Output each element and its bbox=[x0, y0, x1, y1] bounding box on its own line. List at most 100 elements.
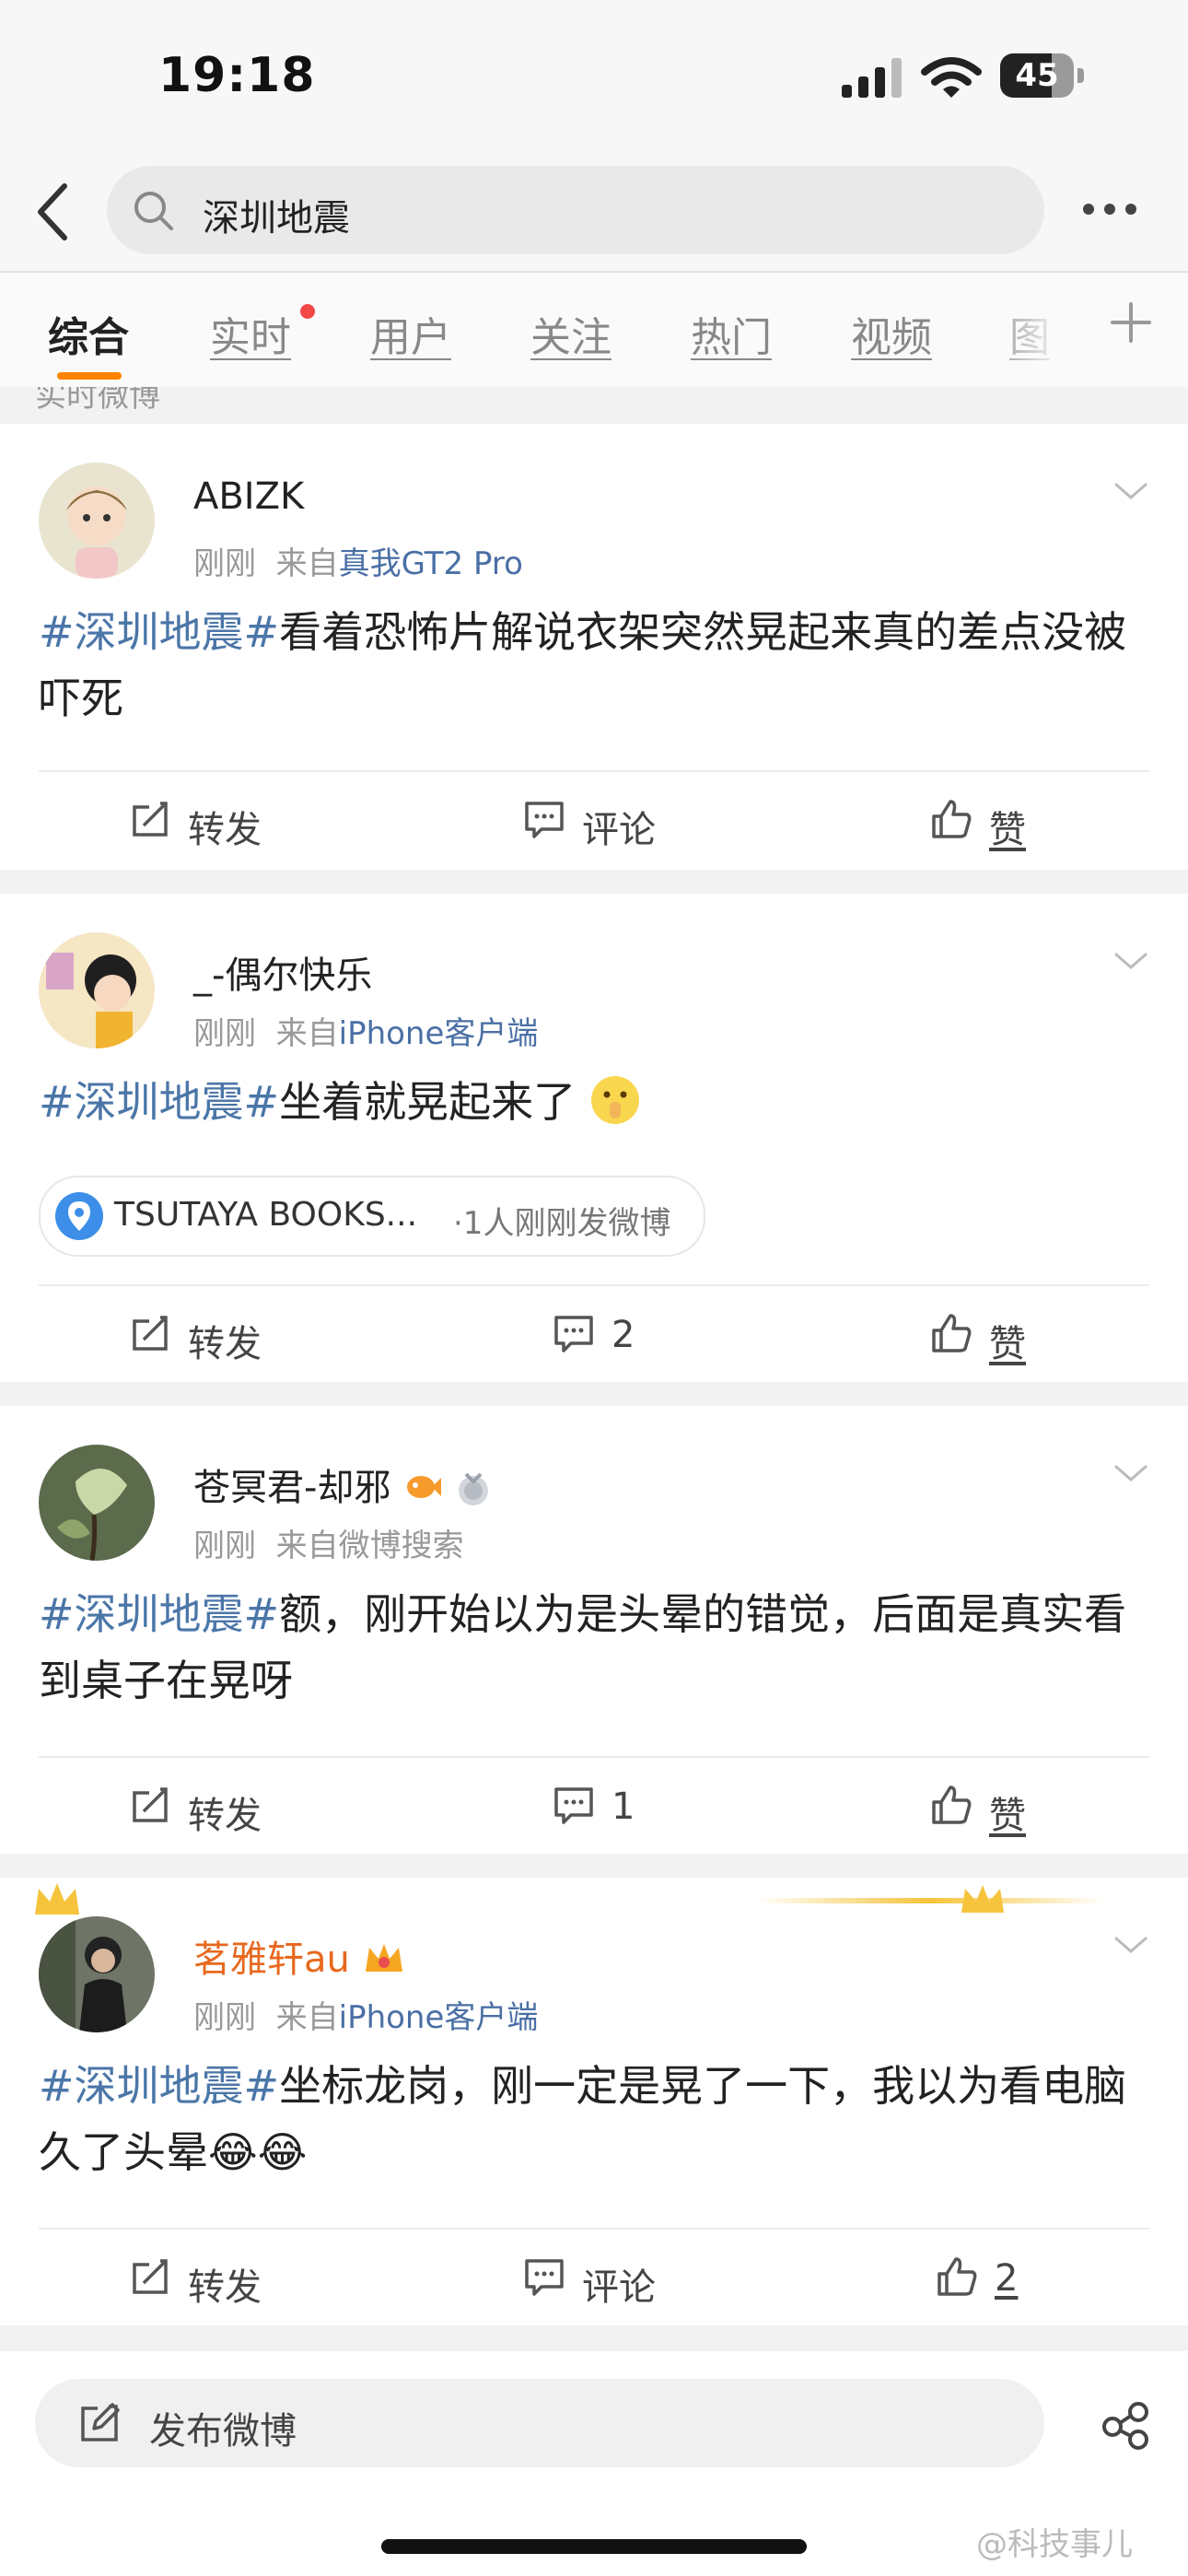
status-bar: 19:18 45 bbox=[0, 0, 1188, 157]
repost-label: 转发 bbox=[188, 809, 262, 851]
home-indicator[interactable] bbox=[381, 2539, 807, 2554]
fish-badge-icon bbox=[407, 1476, 442, 1498]
search-header: 深圳地震 bbox=[0, 157, 1188, 273]
share-icon[interactable] bbox=[1098, 2397, 1153, 2453]
status-time: 19:18 bbox=[158, 48, 316, 103]
post-source[interactable]: 真我GT2 Pro bbox=[339, 545, 523, 582]
hashtag-link[interactable]: #深圳地震# bbox=[39, 2061, 279, 2111]
repost-icon bbox=[133, 1316, 168, 1351]
cellular-signal-icon bbox=[842, 58, 902, 98]
repost-icon bbox=[133, 802, 168, 837]
post-source[interactable]: iPhone客户端 bbox=[339, 1015, 539, 1052]
repost-label: 转发 bbox=[188, 1795, 262, 1837]
wifi-icon bbox=[921, 57, 982, 98]
post-source[interactable]: iPhone客户端 bbox=[339, 1999, 539, 2036]
hashtag-link[interactable]: #深圳地震# bbox=[39, 607, 279, 657]
post-body: 坐着就晃起来了 bbox=[279, 1077, 577, 1127]
hashtag-link[interactable]: #深圳地震# bbox=[39, 1589, 279, 1639]
back-arrow-icon[interactable] bbox=[28, 177, 83, 247]
tab-users[interactable]: 用户 bbox=[370, 304, 451, 363]
location-pin-icon bbox=[55, 1192, 103, 1240]
section-header: 实时微博 bbox=[0, 387, 1188, 424]
hashtag-link[interactable]: #深圳地震# bbox=[39, 1077, 279, 1127]
comment-label: 评论 bbox=[582, 2266, 656, 2309]
comment-count: 2 bbox=[611, 1314, 635, 1356]
post-from: 来自 bbox=[275, 1999, 339, 2036]
post-from: 来自 bbox=[275, 1015, 339, 1052]
tab-video[interactable]: 视频 bbox=[851, 304, 932, 363]
compose-label: 发布微博 bbox=[149, 2410, 297, 2453]
username[interactable]: 苍冥君-却邪 bbox=[193, 1458, 492, 1511]
thumbs-up-icon bbox=[932, 1314, 972, 1352]
post-from: 来自 bbox=[275, 545, 339, 582]
like-label: 赞 bbox=[989, 1323, 1026, 1365]
shush-face-icon bbox=[590, 1076, 639, 1124]
laughing-emoji: 😂😂 bbox=[208, 2127, 308, 2177]
thumbs-up-icon bbox=[932, 800, 972, 838]
location-chip[interactable]: TSUTAYA BOOKS... ·1人刚刚发微博 bbox=[39, 1176, 705, 1257]
post-time: 刚刚 bbox=[193, 545, 256, 582]
like-label: 赞 bbox=[989, 809, 1026, 851]
comment-label: 评论 bbox=[582, 809, 656, 851]
avatar[interactable] bbox=[39, 932, 155, 1048]
vip-decoration bbox=[755, 1898, 1105, 1903]
post-time: 刚刚 bbox=[193, 1528, 256, 1564]
battery-level: 45 bbox=[1015, 57, 1059, 94]
tab-bar: 综合 实时 用户 关注 热门 视频 图 bbox=[0, 273, 1188, 387]
post-time: 刚刚 bbox=[193, 1015, 256, 1052]
repost-label: 转发 bbox=[188, 1323, 262, 1365]
repost-icon bbox=[133, 2259, 168, 2294]
post-card[interactable]: 茗雅轩au 刚刚 来自iPhone客户端 #深圳地震#坐标龙岗，刚一定是晃了一下… bbox=[0, 1878, 1188, 2325]
realtime-badge-dot bbox=[300, 304, 315, 319]
avatar[interactable] bbox=[39, 1916, 155, 2032]
post-card[interactable]: 苍冥君-却邪 刚刚 来自微博搜索 #深圳地震#额，刚开始以为是头晕的错觉，后面是… bbox=[0, 1406, 1188, 1854]
tab-following[interactable]: 关注 bbox=[530, 304, 611, 363]
comment-icon bbox=[554, 1787, 593, 1824]
tab-comprehensive[interactable]: 综合 bbox=[48, 304, 129, 363]
crown-icon bbox=[35, 1883, 79, 1914]
chevron-down-icon[interactable] bbox=[1112, 1935, 1149, 1957]
tab-realtime[interactable]: 实时 bbox=[210, 304, 291, 363]
chevron-down-icon[interactable] bbox=[1112, 1463, 1149, 1485]
more-options-icon[interactable] bbox=[1083, 201, 1147, 219]
search-icon bbox=[134, 192, 173, 230]
comment-count: 1 bbox=[611, 1786, 635, 1828]
battery-icon: 45 bbox=[1000, 53, 1085, 100]
post-text: #深圳地震#看着恐怖片解说衣架突然晃起来真的差点没被吓死 bbox=[39, 599, 1153, 732]
post-meta: 刚刚 来自iPhone客户端 bbox=[193, 1992, 538, 2037]
chevron-down-icon[interactable] bbox=[1112, 951, 1149, 973]
tab-hot[interactable]: 热门 bbox=[691, 304, 772, 363]
post-text: #深圳地震#坐标龙岗，刚一定是晃了一下，我以为看电脑久了头晕😂😂 bbox=[39, 2053, 1153, 2185]
bottom-bar: 发布微博 @科技事儿 bbox=[0, 2351, 1188, 2576]
username[interactable]: 茗雅轩au bbox=[193, 1929, 406, 1983]
avatar[interactable] bbox=[39, 463, 155, 579]
thumbs-up-icon bbox=[938, 2257, 977, 2296]
repost-icon bbox=[133, 1787, 168, 1822]
post-card[interactable]: _-偶尔快乐 刚刚 来自iPhone客户端 #深圳地震#坐着就晃起来了 TSUT… bbox=[0, 894, 1188, 1382]
avatar[interactable] bbox=[39, 1445, 155, 1561]
post-card[interactable]: ABIZK 刚刚 来自真我GT2 Pro #深圳地震#看着恐怖片解说衣架突然晃起… bbox=[0, 424, 1188, 870]
chevron-down-icon[interactable] bbox=[1112, 481, 1149, 503]
post-meta: 刚刚 来自iPhone客户端 bbox=[193, 1008, 538, 1053]
section-label: 实时微博 bbox=[35, 387, 160, 415]
username[interactable]: ABIZK bbox=[193, 475, 304, 518]
post-meta: 刚刚 来自微博搜索 bbox=[193, 1520, 464, 1565]
comment-icon bbox=[525, 2259, 564, 2296]
like-label: 赞 bbox=[989, 1795, 1026, 1837]
post-text: #深圳地震#坐着就晃起来了 bbox=[39, 1069, 1153, 1135]
add-tab-icon[interactable] bbox=[1105, 297, 1157, 348]
compose-post-button[interactable]: 发布微博 bbox=[35, 2379, 1044, 2467]
like-count: 2 bbox=[995, 2257, 1019, 2300]
search-input[interactable]: 深圳地震 bbox=[107, 166, 1044, 254]
search-query: 深圳地震 bbox=[203, 197, 350, 240]
location-extra: ·1人刚刚发微博 bbox=[453, 1205, 671, 1242]
post-time: 刚刚 bbox=[193, 1999, 256, 2036]
comment-icon bbox=[525, 802, 564, 838]
post-text: #深圳地震#额，刚开始以为是头晕的错觉，后面是真实看到桌子在晃呀 bbox=[39, 1581, 1153, 1714]
vip-crown-badge-icon bbox=[365, 1944, 402, 1972]
comment-icon bbox=[554, 1316, 593, 1352]
thumbs-up-icon bbox=[932, 1786, 972, 1824]
watermark: @科技事儿 bbox=[976, 2526, 1133, 2563]
active-tab-indicator bbox=[57, 372, 122, 380]
username[interactable]: _-偶尔快乐 bbox=[193, 945, 372, 999]
